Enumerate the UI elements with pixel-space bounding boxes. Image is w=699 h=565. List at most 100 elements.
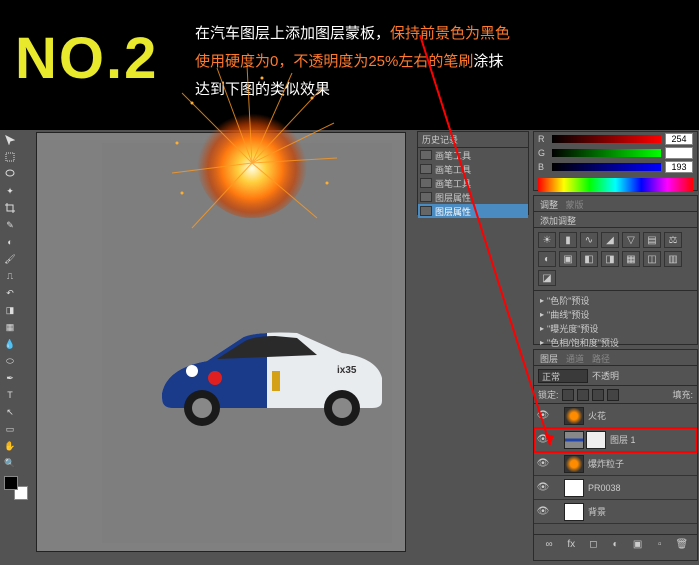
lock-position-icon[interactable] [592,389,604,401]
blur-tool[interactable]: 💧 [4,336,16,352]
history-item[interactable]: 图层属性 [418,190,528,204]
mask-icon[interactable]: ◻ [586,538,600,552]
gradient-map-icon[interactable]: ▥ [664,251,682,267]
dodge-tool[interactable]: ⬭ [4,353,16,369]
history-item[interactable]: 画笔工具 [418,148,528,162]
threshold-icon[interactable]: ◫ [643,251,661,267]
brush-tool[interactable]: 🖌 [4,251,16,267]
brush-icon [420,150,432,160]
curves-icon[interactable]: ∿ [580,232,598,248]
preset-item[interactable]: "色阶"预设 [536,293,695,307]
preset-item[interactable]: "色相/饱和度"预设 [536,335,695,349]
blend-mode-select[interactable]: 正常 [538,369,588,383]
b-slider[interactable] [552,163,661,171]
layer-name[interactable]: 爆炸粒子 [586,457,695,470]
layer-thumbnail[interactable] [564,431,584,449]
exposure-icon[interactable]: ◢ [601,232,619,248]
visibility-icon[interactable]: 👁 [536,505,550,519]
layer-name[interactable]: PR0038 [586,483,695,493]
hue-icon[interactable]: ▤ [643,232,661,248]
tab-layers[interactable]: 图层 [540,352,558,363]
stamp-tool[interactable]: ⎍ [4,268,16,284]
layers-panel: 图层 通道 路径 正常 不透明 锁定: 填充: 👁 火花 [533,349,698,561]
adjustment-layer-icon[interactable]: ◐ [608,538,622,552]
path-tool[interactable]: ↖ [4,404,16,420]
layers-tabs: 图层 通道 路径 [534,350,697,366]
tab-paths[interactable]: 路径 [592,352,610,363]
tab-masks[interactable]: 蒙版 [566,200,584,210]
move-tool[interactable] [4,132,16,148]
fx-icon[interactable]: fx [564,538,578,552]
channel-mixer-icon[interactable]: ◧ [580,251,598,267]
trash-icon[interactable]: 🗑 [675,538,689,552]
foreground-color[interactable] [4,476,18,490]
visibility-icon[interactable]: 👁 [536,433,550,447]
marquee-tool[interactable] [4,149,16,165]
layer-row-highlighted[interactable]: 👁 图层 1 [534,428,697,452]
heal-tool[interactable]: ◐ [4,234,16,250]
lock-pixels-icon[interactable] [577,389,589,401]
visibility-icon[interactable]: 👁 [536,481,550,495]
layer-thumbnail[interactable] [564,455,584,473]
crop-tool[interactable] [4,200,16,216]
eyedropper-tool[interactable]: ✎ [4,217,16,233]
brightness-icon[interactable]: ☀ [538,232,556,248]
g-label: G [538,148,548,158]
document-canvas[interactable]: ix35 [36,132,406,552]
history-header[interactable]: 历史记录 [418,132,528,148]
preset-item[interactable]: "曲线"预设 [536,307,695,321]
color-swatches[interactable] [4,476,28,500]
r-label: R [538,134,548,144]
zoom-tool[interactable]: 🔍 [4,455,16,471]
visibility-icon[interactable]: 👁 [536,409,550,423]
wand-tool[interactable]: ✦ [4,183,16,199]
g-slider[interactable] [552,149,661,157]
gradient-tool[interactable]: ▦ [4,319,16,335]
lock-all-icon[interactable] [607,389,619,401]
eraser-tool[interactable]: ◨ [4,302,16,318]
layer-thumbnail[interactable] [564,407,584,425]
history-label: 画笔工具 [435,163,471,176]
history-item[interactable]: 画笔工具 [418,162,528,176]
layer-row[interactable]: 👁 火花 [534,404,697,428]
r-slider[interactable] [552,135,661,143]
levels-icon[interactable]: ▮ [559,232,577,248]
history-brush-tool[interactable]: ↶ [4,285,16,301]
invert-icon[interactable]: ◨ [601,251,619,267]
panels-column: 历史记录 画笔工具 画笔工具 画笔工具 图层属性 图层属性 R 254 G B … [414,130,699,565]
lasso-tool[interactable] [4,166,16,182]
history-item[interactable]: 画笔工具 [418,176,528,190]
layer-name[interactable]: 火花 [586,409,695,422]
layer-row[interactable]: 👁 PR0038 [534,476,697,500]
layer-row[interactable]: 👁 爆炸粒子 [534,452,697,476]
g-value[interactable] [665,147,693,159]
link-icon[interactable]: ∞ [542,538,556,552]
r-value[interactable]: 254 [665,133,693,145]
layer-row[interactable]: 👁 背景 [534,500,697,524]
color-spectrum[interactable] [538,178,693,192]
layer-name[interactable]: 背景 [586,505,695,518]
layer-name[interactable]: 图层 1 [608,433,695,446]
layer-mask-thumbnail[interactable] [586,431,606,449]
colorbalance-icon[interactable]: ⚖ [664,232,682,248]
tab-adjustments[interactable]: 调整 [540,200,558,210]
hand-tool[interactable]: ✋ [4,438,16,454]
new-layer-icon[interactable]: ▫ [653,538,667,552]
selective-color-icon[interactable]: ◪ [538,270,556,286]
text-tool[interactable]: T [4,387,16,403]
visibility-icon[interactable]: 👁 [536,457,550,471]
b-value[interactable]: 193 [665,161,693,173]
posterize-icon[interactable]: ▦ [622,251,640,267]
history-item-selected[interactable]: 图层属性 [418,204,528,218]
lock-transparency-icon[interactable] [562,389,574,401]
pen-tool[interactable]: ✒ [4,370,16,386]
vibrance-icon[interactable]: ▽ [622,232,640,248]
tab-channels[interactable]: 通道 [566,352,584,363]
layer-thumbnail[interactable] [564,503,584,521]
preset-item[interactable]: "曝光度"预设 [536,321,695,335]
bw-icon[interactable]: ◐ [538,251,556,267]
layer-thumbnail[interactable] [564,479,584,497]
photo-filter-icon[interactable]: ▣ [559,251,577,267]
group-icon[interactable]: ▣ [631,538,645,552]
shape-tool[interactable]: ▭ [4,421,16,437]
